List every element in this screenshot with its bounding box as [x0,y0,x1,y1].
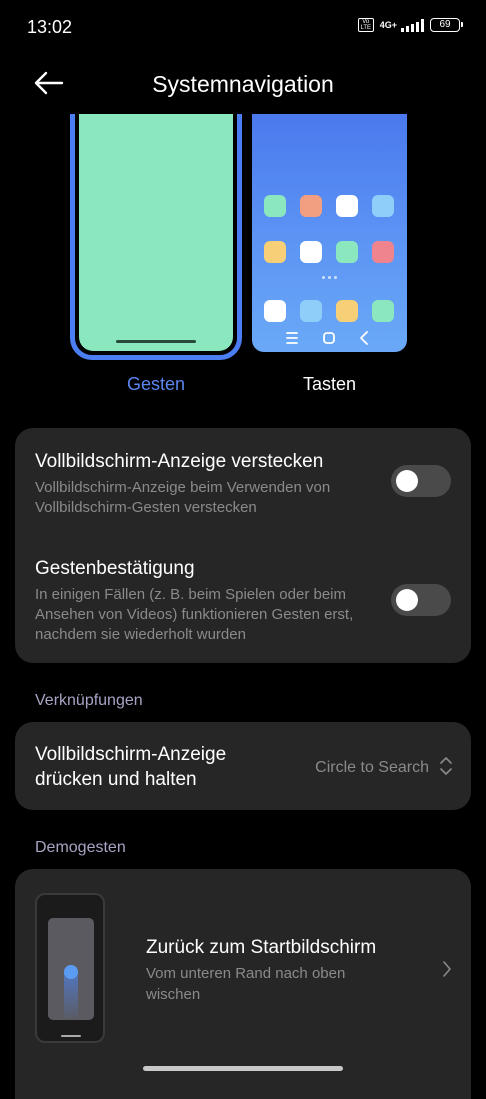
gesture-confirmation-toggle[interactable] [391,584,451,616]
demo-back-home-row[interactable]: Zurück zum Startbildschirm Vom unteren R… [15,869,471,1099]
press-hold-title-line1: Vollbildschirm-Anzeige [35,744,227,765]
settings-card: Vollbildschirm-Anzeige verstecken Vollbi… [15,428,471,663]
preview-app-icon [264,300,286,322]
buttons-mode-label[interactable]: Tasten [252,374,407,395]
home-indicator[interactable] [143,1066,343,1071]
preview-app-icon [264,195,286,217]
chevron-up-down-icon [440,757,452,775]
demo-description-line1: Vom unteren Rand nach oben [146,965,346,982]
press-hold-title-line2: drücken und halten [35,769,197,790]
preview-app-icon [372,195,394,217]
demo-touch-dot [64,965,78,979]
press-hold-value: Circle to Search [315,759,429,776]
menu-icon [286,332,298,344]
preview-app-icon [372,300,394,322]
toggle-knob [396,589,418,611]
status-bar: 13:02 Vo LTE 4G+ 69 [0,0,486,56]
chevron-right-icon [443,961,451,977]
preview-app-icon [336,195,358,217]
demo-section-header: Demogesten [35,839,126,856]
demo-phone-handle [61,1035,81,1037]
toggle-knob [396,470,418,492]
page-dots [322,276,337,279]
hide-fullscreen-indicator-title: Vollbildschirm-Anzeige verstecken [35,451,324,472]
hide-fullscreen-indicator-toggle[interactable] [391,465,451,497]
preview-app-icon [372,241,394,263]
demo-swipe-trail [64,973,78,1018]
status-icons: Vo LTE 4G+ 69 [357,18,463,32]
preview-app-icon [264,241,286,263]
gesture-confirmation-description: In einigen Fällen (z. B. beim Spielen od… [35,586,354,643]
preview-app-icon [300,241,322,263]
shortcuts-section-header: Verknüpfungen [35,692,143,709]
battery-level: 69 [439,19,451,30]
battery-icon: 69 [430,18,463,32]
network-type-label: 4G+ [379,20,397,30]
demo-phone-illustration [35,893,105,1043]
signal-icon [401,18,424,32]
preview-app-icon [336,300,358,322]
preview-app-icon [336,241,358,263]
preview-app-icon [300,195,322,217]
hide-fullscreen-indicator-description: Vollbildschirm-Anzeige beim Verwenden vo… [35,479,331,516]
gesture-handle [116,340,196,343]
gesture-preview-screen [79,114,233,351]
preview-nav-keys [252,330,407,346]
page-title: Systemnavigation [152,71,334,97]
press-hold-shortcut-row[interactable]: Vollbildschirm-Anzeige drücken und halte… [15,722,471,810]
app-bar: Systemnavigation [0,56,486,114]
demo-description-line2: wischen [146,986,201,1003]
demo-title: Zurück zum Startbildschirm [146,937,377,958]
volte-label: Vo LTE [360,19,372,31]
gesture-mode-label[interactable]: Gesten [70,374,242,395]
gesture-confirmation-title: Gestenbestätigung [35,558,195,579]
status-time: 13:02 [27,17,73,37]
buttons-mode-preview[interactable] [252,114,407,352]
gesture-mode-preview[interactable] [70,114,242,360]
home-square-icon [323,332,335,344]
back-chevron-icon [360,331,368,345]
preview-app-icon [300,300,322,322]
volte-icon: Vo LTE [357,18,374,32]
